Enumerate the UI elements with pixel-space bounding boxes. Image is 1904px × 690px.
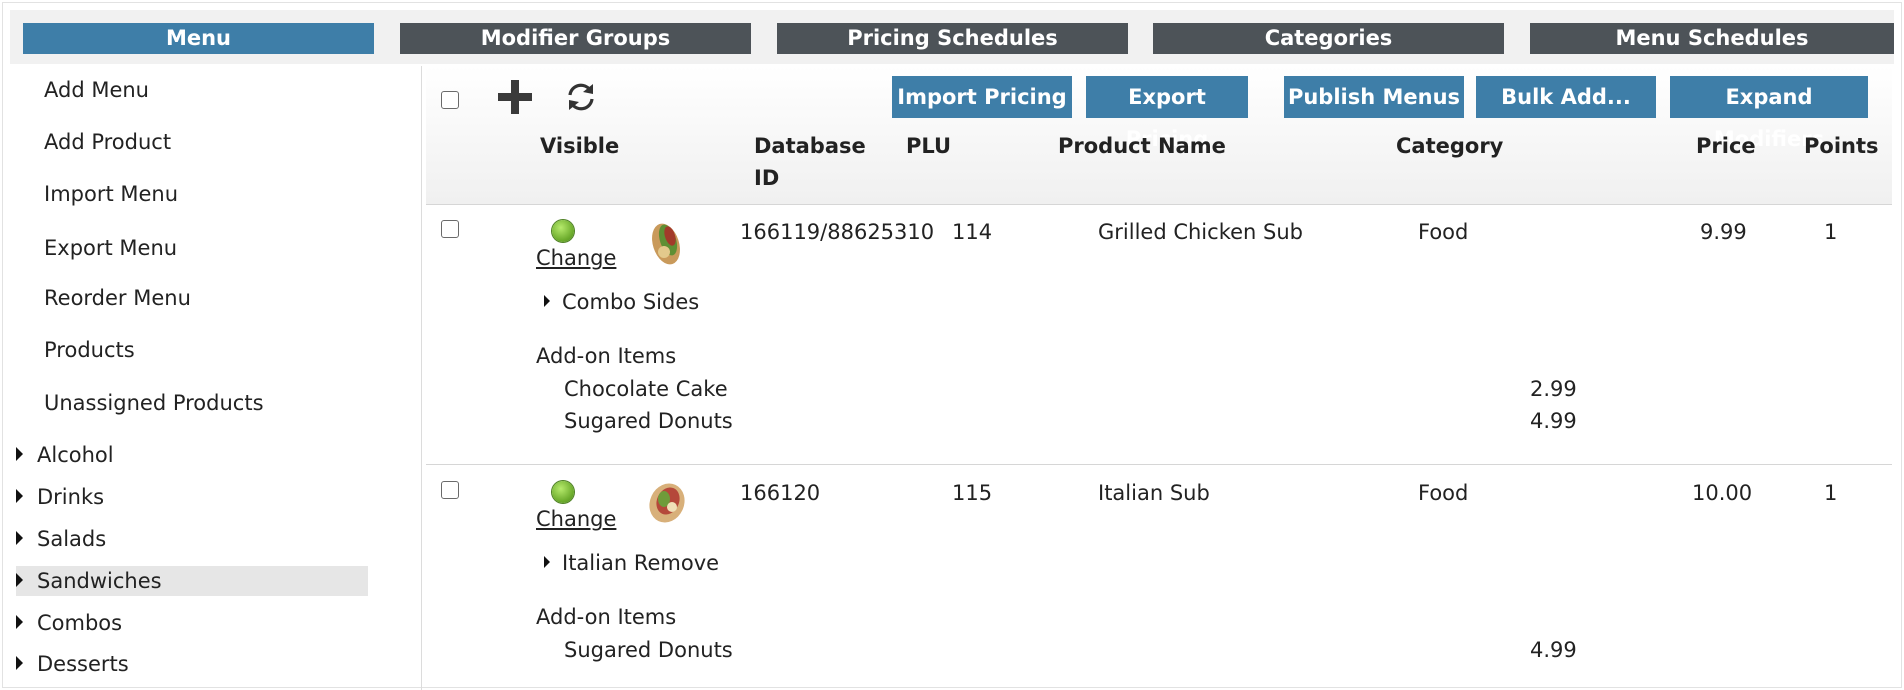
- sidebar-link-import-menu[interactable]: Import Menu: [44, 182, 178, 206]
- bulk-add-button[interactable]: Bulk Add...: [1476, 76, 1656, 118]
- addon-item-price: 4.99: [1530, 638, 1577, 662]
- points-cell: 1: [1824, 220, 1838, 244]
- database-id-cell: 166119/88625310: [740, 220, 935, 244]
- sidebar-link-export-menu[interactable]: Export Menu: [44, 236, 177, 260]
- column-header-database-id-line2: ID: [754, 166, 780, 190]
- addon-items-header: Add-on Items: [536, 605, 677, 629]
- sidebar-category-desserts[interactable]: Desserts: [16, 649, 368, 679]
- sidebar-link-products[interactable]: Products: [44, 338, 135, 362]
- tab-modifier-groups[interactable]: Modifier Groups: [400, 23, 751, 54]
- export-pricing-button[interactable]: Export Pricing: [1086, 76, 1248, 151]
- sidebar-category-sandwiches[interactable]: Sandwiches: [16, 566, 368, 596]
- row-checkbox[interactable]: [441, 481, 459, 499]
- category-label: Drinks: [37, 485, 105, 509]
- column-header-plu[interactable]: PLU: [906, 130, 951, 162]
- visible-status-icon: [552, 220, 574, 242]
- column-header-category[interactable]: Category: [1396, 130, 1503, 162]
- expand-arrow-icon[interactable]: [544, 556, 550, 568]
- row-checkbox[interactable]: [441, 220, 459, 238]
- column-header-price[interactable]: Price: [1696, 130, 1756, 162]
- sidebar-category-salads[interactable]: Salads: [16, 524, 368, 554]
- price-cell: 9.99: [1700, 220, 1747, 244]
- select-all-checkbox[interactable]: [441, 91, 459, 109]
- sidebar-link-add-product[interactable]: Add Product: [44, 130, 171, 154]
- category-label: Alcohol: [37, 443, 114, 467]
- tab-menu-schedules[interactable]: Menu Schedules: [1530, 23, 1894, 54]
- visible-status-icon: [552, 481, 574, 503]
- expand-arrow-icon[interactable]: [16, 447, 23, 461]
- modifier-group-toggle[interactable]: Combo Sides: [544, 290, 699, 314]
- tab-menu[interactable]: Menu: [23, 23, 374, 54]
- modifier-group-label: Combo Sides: [562, 290, 700, 314]
- sidebar-category-alcohol[interactable]: Alcohol: [16, 440, 368, 470]
- sidebar: Add Menu Add Product Import Menu Export …: [12, 70, 420, 690]
- addon-items-header: Add-on Items: [536, 344, 677, 368]
- plus-icon[interactable]: [496, 78, 534, 116]
- addon-item-price: 2.99: [1530, 377, 1577, 401]
- modifier-group-toggle[interactable]: Italian Remove: [544, 551, 719, 575]
- sidebar-category-drinks[interactable]: Drinks: [16, 482, 368, 512]
- category-label: Combos: [37, 611, 123, 635]
- product-image: [649, 483, 685, 523]
- category-cell: Food: [1418, 220, 1469, 244]
- category-label: Sandwiches: [37, 569, 162, 593]
- points-cell: 1: [1824, 481, 1838, 505]
- main-content: Import Pricing Export Pricing Publish Me…: [424, 66, 1894, 690]
- column-header-visible[interactable]: Visible: [540, 130, 619, 162]
- product-image: [652, 223, 680, 265]
- expand-arrow-icon[interactable]: [16, 531, 23, 545]
- column-header-points[interactable]: Points: [1804, 130, 1879, 162]
- change-visibility-link[interactable]: Change: [536, 507, 616, 531]
- sidebar-divider: [421, 66, 422, 690]
- product-name-cell: Italian Sub: [1098, 481, 1210, 505]
- addon-item-price: 4.99: [1530, 409, 1577, 433]
- product-row: Change 166119/88625310 114 Grilled Chick…: [426, 204, 1892, 465]
- expand-arrow-icon[interactable]: [544, 295, 550, 307]
- plu-cell: 115: [952, 481, 993, 505]
- expand-arrow-icon[interactable]: [16, 489, 23, 503]
- price-cell: 10.00: [1692, 481, 1753, 505]
- addon-item-name: Sugared Donuts: [564, 638, 733, 662]
- expand-arrow-icon[interactable]: [16, 573, 23, 587]
- product-name-cell: Grilled Chicken Sub: [1098, 220, 1303, 244]
- addon-item-name: Chocolate Cake: [564, 377, 728, 401]
- plu-cell: 114: [952, 220, 993, 244]
- expand-arrow-icon[interactable]: [16, 656, 23, 670]
- tab-categories[interactable]: Categories: [1153, 23, 1504, 54]
- modifier-group-label: Italian Remove: [562, 551, 720, 575]
- publish-menus-button[interactable]: Publish Menus: [1284, 76, 1464, 118]
- sidebar-link-reorder-menu[interactable]: Reorder Menu: [44, 286, 191, 310]
- database-id-cell: 166120: [740, 481, 821, 505]
- expand-modifiers-button[interactable]: Expand Modifiers: [1670, 76, 1868, 151]
- category-label: Desserts: [37, 652, 129, 676]
- expand-arrow-icon[interactable]: [16, 615, 23, 629]
- refresh-icon[interactable]: [564, 80, 598, 114]
- column-header-database-id[interactable]: Database ID: [754, 130, 866, 194]
- sidebar-link-unassigned-products[interactable]: Unassigned Products: [44, 391, 264, 415]
- change-visibility-link[interactable]: Change: [536, 246, 616, 270]
- tab-pricing-schedules[interactable]: Pricing Schedules: [777, 23, 1128, 54]
- category-cell: Food: [1418, 481, 1469, 505]
- sidebar-link-add-menu[interactable]: Add Menu: [44, 78, 149, 102]
- product-row: Change 166120 115 Italian Sub Food 10.00…: [426, 465, 1892, 690]
- category-label: Salads: [37, 527, 107, 551]
- column-header-product-name[interactable]: Product Name: [1058, 130, 1226, 162]
- sidebar-category-combos[interactable]: Combos: [16, 608, 368, 638]
- top-tab-bar: Menu Modifier Groups Pricing Schedules C…: [10, 10, 1894, 64]
- column-header-database-id-line1: Database: [754, 134, 866, 158]
- import-pricing-button[interactable]: Import Pricing: [892, 76, 1072, 118]
- table-header-area: Import Pricing Export Pricing Publish Me…: [426, 66, 1892, 205]
- addon-item-name: Sugared Donuts: [564, 409, 733, 433]
